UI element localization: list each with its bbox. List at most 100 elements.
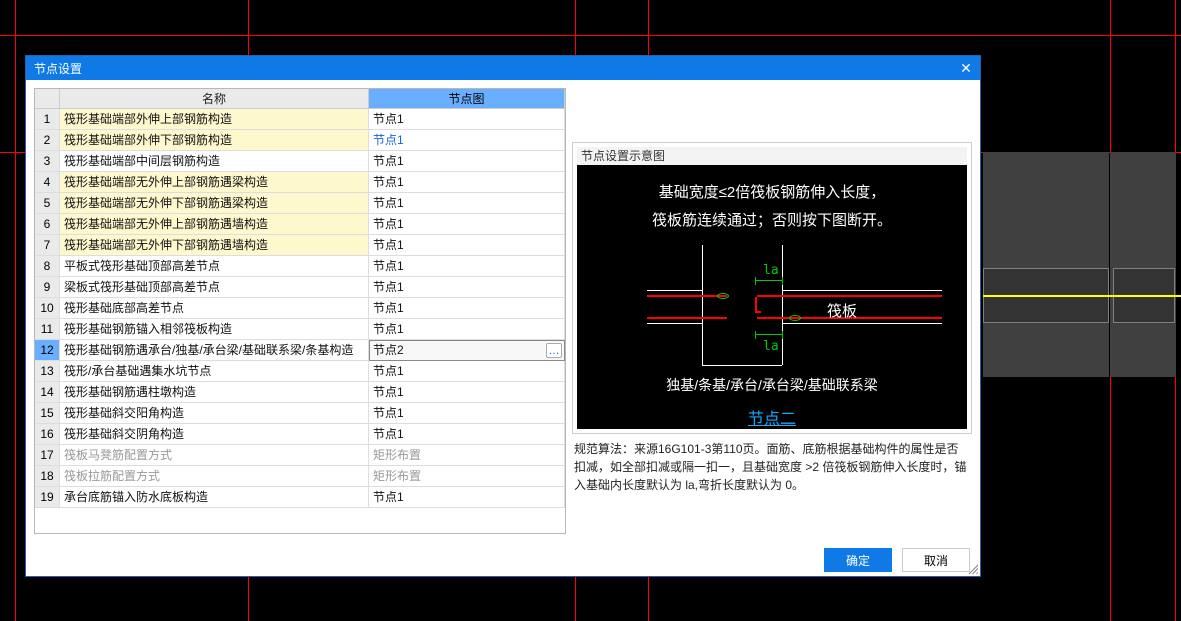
preview-fieldset: 节点设置示意图 基础宽度≤2倍筏板钢筋伸入长度， 筏板筋连续通过；否则按下图断开… (572, 142, 972, 434)
row-node[interactable]: 节点1 (369, 214, 565, 235)
row-index: 9 (35, 277, 60, 298)
row-index: 3 (35, 151, 60, 172)
row-node[interactable]: 节点1 (369, 193, 565, 214)
close-icon[interactable]: ✕ (952, 56, 980, 80)
row-name: 筏形基础端部无外伸上部钢筋遇梁构造 (60, 172, 369, 193)
table-row[interactable]: 6筏形基础端部无外伸上部钢筋遇墙构造节点1 (35, 214, 565, 235)
table-row[interactable]: 14筏形基础钢筋遇柱墩构造节点1 (35, 382, 565, 403)
row-name: 筏板拉筋配置方式 (60, 466, 369, 487)
row-node[interactable]: 节点1 (369, 109, 565, 130)
fb-label: 筏板 (827, 300, 857, 321)
row-name: 筏板马凳筋配置方式 (60, 445, 369, 466)
row-node[interactable]: 节点1 (369, 361, 565, 382)
row-index: 4 (35, 172, 60, 193)
table-row[interactable]: 18筏板拉筋配置方式矩形布置 (35, 466, 565, 487)
la-label-bot: la (763, 339, 779, 354)
row-node[interactable]: 节点1 (369, 403, 565, 424)
row-name: 筏形基础斜交阳角构造 (60, 403, 369, 424)
row-node[interactable]: 节点1 (369, 151, 565, 172)
table-row[interactable]: 5筏形基础端部无外伸下部钢筋遇梁构造节点1 (35, 193, 565, 214)
table-row[interactable]: 17筏板马凳筋配置方式矩形布置 (35, 445, 565, 466)
row-index: 15 (35, 403, 60, 424)
row-index: 14 (35, 382, 60, 403)
row-name: 筏形基础钢筋遇承台/独基/承台梁/基础联系梁/条基构造 (60, 340, 369, 361)
row-index: 5 (35, 193, 60, 214)
la-label-top: la (763, 263, 779, 278)
table-row[interactable]: 4筏形基础端部无外伸上部钢筋遇梁构造节点1 (35, 172, 565, 193)
row-index: 18 (35, 466, 60, 487)
node-table: 名称 节点图 1筏形基础端部外伸上部钢筋构造节点12筏形基础端部外伸下部钢筋构造… (34, 88, 566, 534)
preview-bottom-label: 独基/条基/承台/承台梁/基础联系梁 (577, 375, 967, 395)
preview-canvas: 基础宽度≤2倍筏板钢筋伸入长度， 筏板筋连续通过；否则按下图断开。 (577, 165, 967, 429)
col-header-index (35, 89, 60, 109)
row-index: 16 (35, 424, 60, 445)
row-node[interactable]: 节点1 (369, 256, 565, 277)
ellipsis-icon[interactable]: … (546, 343, 562, 358)
titlebar[interactable]: 节点设置 ✕ (26, 56, 980, 80)
preview-text-2: 筏板筋连续通过；否则按下图断开。 (577, 209, 967, 230)
table-row[interactable]: 19承台底筋锚入防水底板构造节点1 (35, 487, 565, 508)
row-name: 筏形基础端部外伸上部钢筋构造 (60, 109, 369, 130)
table-row[interactable]: 3筏形基础端部中间层钢筋构造节点1 (35, 151, 565, 172)
preview-legend: 节点设置示意图 (577, 147, 967, 165)
row-node[interactable]: 节点1 (369, 235, 565, 256)
table-row[interactable]: 16筏形基础斜交阴角构造节点1 (35, 424, 565, 445)
row-index: 13 (35, 361, 60, 382)
row-name: 筏形基础钢筋锚入相邻筏板构造 (60, 319, 369, 340)
table-row[interactable]: 2筏形基础端部外伸下部钢筋构造节点1 (35, 130, 565, 151)
row-node[interactable]: 节点1 (369, 487, 565, 508)
row-name: 筏形基础钢筋遇柱墩构造 (60, 382, 369, 403)
table-row[interactable]: 8平板式筏形基础顶部高差节点节点1 (35, 256, 565, 277)
row-index: 17 (35, 445, 60, 466)
row-index: 8 (35, 256, 60, 277)
row-node[interactable]: 节点1 (369, 319, 565, 340)
table-row[interactable]: 15筏形基础斜交阳角构造节点1 (35, 403, 565, 424)
row-name: 筏形基础端部无外伸下部钢筋遇墙构造 (60, 235, 369, 256)
col-header-name[interactable]: 名称 (60, 89, 369, 109)
dialog-title: 节点设置 (34, 60, 82, 77)
preview-panel: 节点设置示意图 基础宽度≤2倍筏板钢筋伸入长度， 筏板筋连续通过；否则按下图断开… (572, 88, 972, 534)
row-node[interactable]: 节点1 (369, 382, 565, 403)
row-name: 平板式筏形基础顶部高差节点 (60, 256, 369, 277)
row-node[interactable]: 矩形布置 (369, 466, 565, 487)
row-name: 筏形基础底部高差节点 (60, 298, 369, 319)
table-row[interactable]: 7筏形基础端部无外伸下部钢筋遇墙构造节点1 (35, 235, 565, 256)
row-index: 12 (35, 340, 60, 361)
row-name: 梁板式筏形基础顶部高差节点 (60, 277, 369, 298)
algorithm-text: 规范算法：来源16G101-3第110页。面筋、底筋根据基础构件的属性是否扣减，… (572, 434, 972, 500)
ok-button[interactable]: 确定 (824, 548, 892, 572)
row-name: 筏形基础端部无外伸下部钢筋遇梁构造 (60, 193, 369, 214)
row-node[interactable]: 节点1 (369, 130, 565, 151)
preview-node-title[interactable]: 节点二 (577, 405, 967, 429)
row-node[interactable]: 矩形布置 (369, 445, 565, 466)
table-row[interactable]: 12筏形基础钢筋遇承台/独基/承台梁/基础联系梁/条基构造节点2… (35, 340, 565, 361)
resize-grip-icon[interactable] (966, 562, 978, 574)
col-header-node[interactable]: 节点图 (369, 89, 565, 109)
table-body[interactable]: 1筏形基础端部外伸上部钢筋构造节点12筏形基础端部外伸下部钢筋构造节点13筏形基… (35, 109, 565, 533)
dialog-buttons: 确定 取消 (26, 542, 980, 576)
row-index: 2 (35, 130, 60, 151)
row-index: 7 (35, 235, 60, 256)
table-row[interactable]: 11筏形基础钢筋锚入相邻筏板构造节点1 (35, 319, 565, 340)
row-node[interactable]: 节点1 (369, 298, 565, 319)
table-row[interactable]: 9梁板式筏形基础顶部高差节点节点1 (35, 277, 565, 298)
preview-text-1: 基础宽度≤2倍筏板钢筋伸入长度， (577, 181, 967, 202)
row-name: 筏形基础端部无外伸上部钢筋遇墙构造 (60, 214, 369, 235)
row-name: 筏形基础端部中间层钢筋构造 (60, 151, 369, 172)
row-index: 11 (35, 319, 60, 340)
row-node[interactable]: 节点1 (369, 172, 565, 193)
cancel-button[interactable]: 取消 (902, 548, 970, 572)
row-node[interactable]: 节点1 (369, 424, 565, 445)
row-node[interactable]: 节点1 (369, 277, 565, 298)
table-row[interactable]: 10筏形基础底部高差节点节点1 (35, 298, 565, 319)
table-row[interactable]: 1筏形基础端部外伸上部钢筋构造节点1 (35, 109, 565, 130)
row-name: 筏形基础斜交阴角构造 (60, 424, 369, 445)
table-row[interactable]: 13筏形/承台基础遇集水坑节点节点1 (35, 361, 565, 382)
node-settings-dialog: 节点设置 ✕ 名称 节点图 1筏形基础端部外伸上部钢筋构造节点12筏形基础端部外… (25, 55, 981, 577)
row-index: 6 (35, 214, 60, 235)
row-name: 筏形基础端部外伸下部钢筋构造 (60, 130, 369, 151)
row-node[interactable]: 节点2… (369, 340, 565, 361)
row-name: 承台底筋锚入防水底板构造 (60, 487, 369, 508)
row-index: 19 (35, 487, 60, 508)
row-name: 筏形/承台基础遇集水坑节点 (60, 361, 369, 382)
